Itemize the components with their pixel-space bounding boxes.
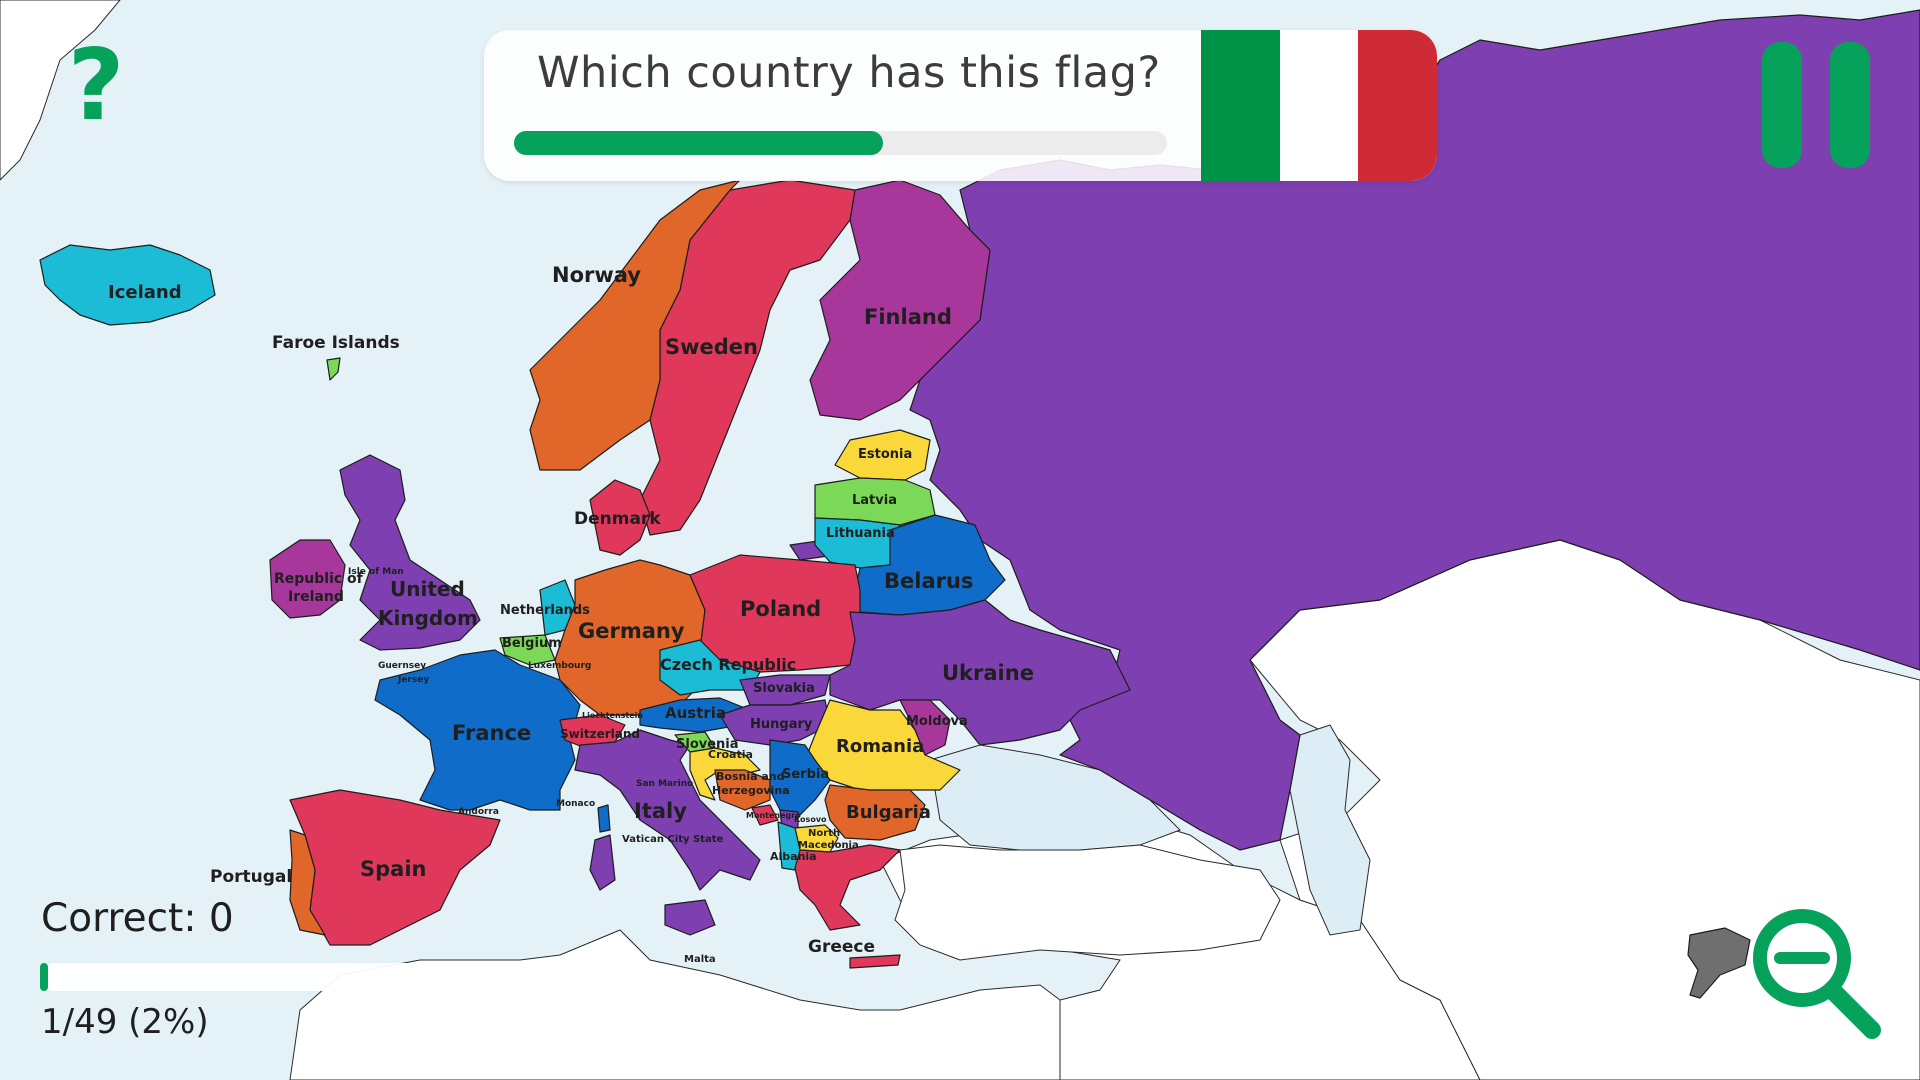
- label-portugal: Portugal: [210, 867, 292, 887]
- country-france-corsica[interactable]: [597, 804, 611, 833]
- country-bulgaria[interactable]: [824, 784, 926, 841]
- correct-count-label: Correct: 0: [41, 896, 234, 941]
- flag-stripe-3: [1358, 30, 1437, 181]
- label-norway: Norway: [552, 263, 641, 287]
- zoom-out-icon: [1753, 909, 1881, 1039]
- progress-bar-fill: [40, 963, 49, 991]
- pause-button[interactable]: [1760, 42, 1870, 170]
- game-stage: Iceland Faroe Islands Norway Sweden Finl…: [0, 0, 1920, 1080]
- pause-icon-bar-left: [1762, 42, 1802, 168]
- label-greece: Greece: [808, 937, 875, 957]
- question-prompt: Which country has this flag?: [537, 48, 1161, 98]
- help-button[interactable]: ?: [64, 36, 128, 136]
- label-jersey: Jersey: [397, 675, 429, 685]
- timer-bar-track: [514, 131, 1167, 155]
- flag-stripe-1: [1201, 30, 1280, 181]
- progress-text: 1/49 (2%): [41, 1002, 209, 1042]
- flag-stripe-2: [1279, 30, 1359, 181]
- label-guernsey: Guernsey: [378, 661, 426, 671]
- country-poland[interactable]: [689, 554, 861, 673]
- label-malta: Malta: [684, 954, 716, 965]
- label-faroe: Faroe Islands: [272, 333, 400, 353]
- timer-bar-fill: [514, 131, 883, 155]
- flag-image: [1201, 30, 1437, 181]
- question-card: Which country has this flag?: [484, 30, 1437, 181]
- zoom-out-button[interactable]: [1748, 906, 1888, 1046]
- pause-icon-bar-right: [1830, 42, 1870, 168]
- progress-bar-track: [40, 963, 448, 991]
- country-latvia[interactable]: [814, 477, 936, 526]
